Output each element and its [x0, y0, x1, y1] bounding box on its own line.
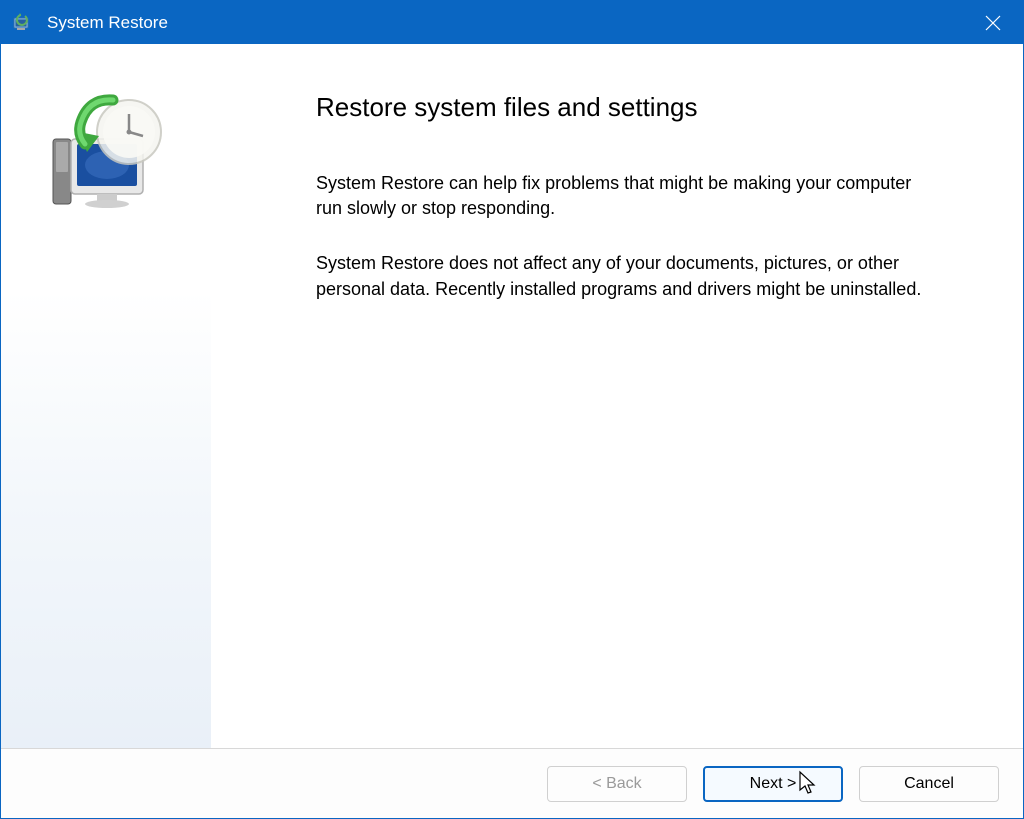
- main-panel: Restore system files and settings System…: [211, 44, 1023, 748]
- footer: < Back Next > Cancel: [1, 748, 1023, 818]
- window-title: System Restore: [47, 13, 963, 33]
- restore-illustration-icon: [31, 84, 171, 224]
- content-area: Restore system files and settings System…: [1, 44, 1023, 748]
- sidebar: [1, 44, 211, 748]
- back-button: < Back: [547, 766, 687, 802]
- titlebar: System Restore: [1, 1, 1023, 44]
- cancel-button[interactable]: Cancel: [859, 766, 999, 802]
- close-icon: [985, 15, 1001, 31]
- intro-paragraph-2: System Restore does not affect any of yo…: [316, 251, 936, 301]
- next-button[interactable]: Next >: [703, 766, 843, 802]
- close-button[interactable]: [963, 1, 1023, 44]
- intro-paragraph-1: System Restore can help fix problems tha…: [316, 171, 936, 221]
- system-restore-icon: [11, 11, 35, 35]
- page-heading: Restore system files and settings: [316, 92, 963, 123]
